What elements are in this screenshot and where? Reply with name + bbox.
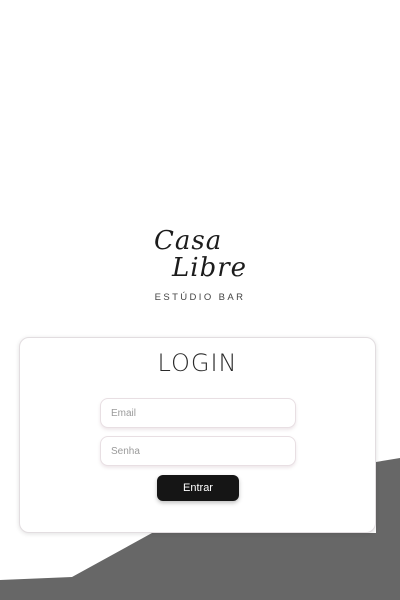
- login-title: LOGIN: [157, 349, 238, 377]
- brand-logo: Casa Libre ESTÚDIO BAR: [0, 222, 400, 303]
- logo-subtitle: ESTÚDIO BAR: [154, 292, 246, 303]
- submit-button[interactable]: Entrar: [157, 475, 239, 501]
- email-field[interactable]: [100, 398, 296, 428]
- login-card: LOGIN Entrar: [19, 337, 376, 533]
- logo-line-casa: Casa: [154, 226, 223, 256]
- logo-wordmark: Casa Libre: [140, 222, 260, 284]
- logo-line-libre: Libre: [172, 253, 248, 283]
- password-field[interactable]: [100, 436, 296, 466]
